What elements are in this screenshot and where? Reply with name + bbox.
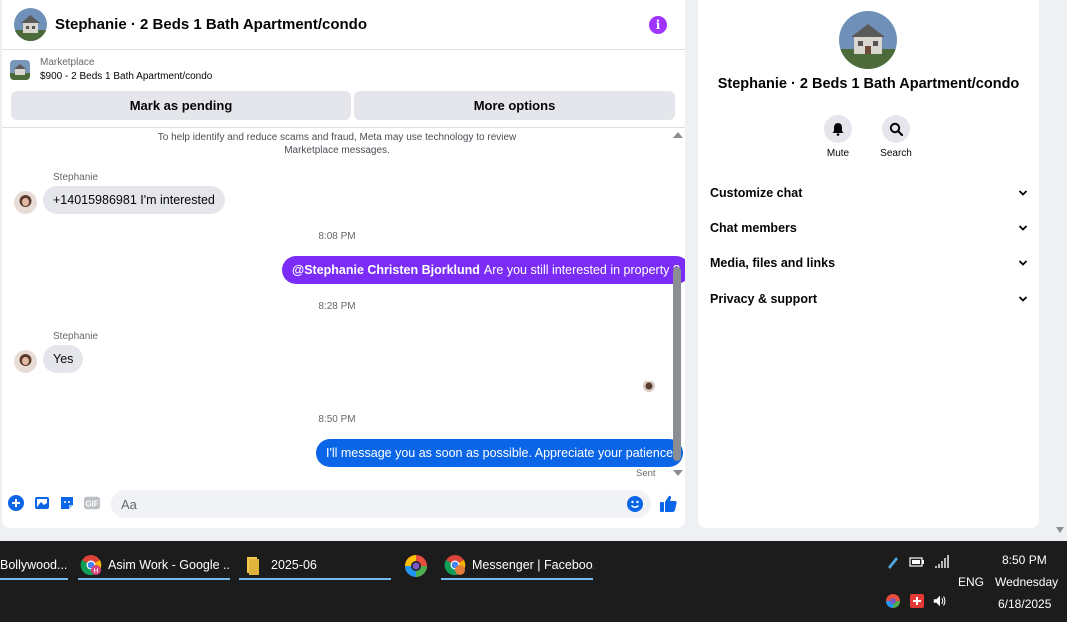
active-indicator	[239, 578, 391, 580]
wifi-icon[interactable]	[934, 554, 950, 570]
listing-thumbnail	[10, 60, 30, 80]
clock-day[interactable]: Wednesday	[995, 575, 1058, 589]
mark-as-pending-button[interactable]: Mark as pending	[11, 91, 351, 120]
sent-status: Sent	[636, 468, 656, 479]
taskbar-label: Bollywood...	[0, 558, 68, 572]
pen-icon[interactable]	[885, 554, 901, 570]
outgoing-message[interactable]: I'll message you as soon as possible. Ap…	[316, 439, 684, 467]
chat-title[interactable]: Stephanie · 2 Beds 1 Bath Apartment/cond…	[55, 16, 649, 33]
incoming-message[interactable]: Yes	[43, 345, 84, 373]
taskbar-item-messenger[interactable]: Messenger | Faceboo...	[444, 549, 594, 581]
active-indicator	[0, 578, 68, 580]
marketplace-listing[interactable]: Marketplace $900 - 2 Beds 1 Bath Apartme…	[10, 56, 212, 84]
chevron-down-icon	[1018, 190, 1028, 196]
clock-date[interactable]: 6/18/2025	[998, 597, 1051, 611]
mute-button[interactable]: Mute	[808, 115, 868, 159]
language-indicator[interactable]: ENG	[958, 575, 984, 589]
search-button[interactable]: Search	[866, 115, 926, 159]
sender-name: Stephanie	[53, 331, 99, 342]
message-text: Are you still interested in property ?	[483, 263, 680, 277]
conversation-details-panel: Stephanie · 2 Beds 1 Bath Apartment/cond…	[698, 0, 1039, 528]
chevron-down-icon	[1018, 225, 1028, 231]
sender-name: Stephanie	[53, 172, 99, 183]
search-label: Search	[880, 148, 912, 159]
menu-label: Customize chat	[710, 186, 803, 200]
outgoing-message[interactable]: @Stephanie Christen Bjorklund Are you st…	[282, 256, 685, 284]
taskbar-item-app[interactable]	[404, 549, 432, 581]
page-scroll-down-arrow[interactable]	[1056, 527, 1064, 533]
listing-price: $900 - 2 Beds 1 Bath Apartment/condo	[40, 71, 213, 82]
time-separator: 8:28 PM	[318, 301, 356, 312]
chrome-icon: H	[80, 554, 102, 576]
folder-icon	[243, 554, 265, 576]
avatar[interactable]	[14, 191, 37, 214]
menu-media-files-links[interactable]: Media, files and links	[710, 253, 1028, 273]
menu-label: Privacy & support	[710, 292, 817, 306]
app-icon	[404, 554, 427, 577]
chevron-down-icon	[1018, 260, 1028, 266]
menu-label: Media, files and links	[710, 256, 836, 270]
conversation-title: Stephanie · 2 Beds 1 Bath Apartment/cond…	[717, 76, 1020, 92]
menu-privacy-support[interactable]: Privacy & support	[710, 289, 1028, 309]
plus-icon[interactable]	[8, 495, 24, 511]
scam-notice: To help identify and reduce scams and fr…	[157, 132, 517, 156]
volume-icon[interactable]	[932, 593, 948, 609]
emoji-icon[interactable]	[627, 496, 643, 512]
incoming-message[interactable]: +14015986981 I'm interested	[43, 186, 225, 214]
message-input[interactable]	[111, 490, 651, 518]
avatar[interactable]	[14, 350, 37, 373]
time-separator: 8:08 PM	[318, 231, 356, 242]
chat-panel: Stephanie · 2 Beds 1 Bath Apartment/cond…	[2, 0, 685, 528]
more-options-button[interactable]: More options	[354, 91, 675, 120]
mention[interactable]: @Stephanie Christen Bjorklund	[292, 263, 480, 277]
scroll-thumb[interactable]	[673, 267, 681, 461]
chrome-icon	[444, 554, 466, 576]
taskbar-label: Asim Work - Google ...	[108, 558, 230, 572]
taskbar-label: 2025-06	[271, 558, 317, 572]
taskbar-label: Messenger | Faceboo...	[472, 558, 594, 572]
antivirus-icon[interactable]	[909, 593, 925, 609]
svg-text:GIF: GIF	[85, 500, 98, 509]
bell-icon[interactable]	[824, 115, 852, 143]
thumbs-up-icon[interactable]	[658, 494, 678, 514]
conversation-avatar[interactable]	[839, 11, 897, 69]
profile-badge: H	[93, 568, 98, 575]
time-separator: 8:50 PM	[318, 414, 356, 425]
active-indicator	[441, 578, 593, 580]
clock-time[interactable]: 8:50 PM	[1002, 553, 1047, 567]
taskbar-item-chrome-asim[interactable]: H Asim Work - Google ...	[80, 549, 230, 581]
menu-customize-chat[interactable]: Customize chat	[710, 183, 1028, 203]
chat-scrollbar[interactable]	[671, 130, 683, 478]
menu-label: Chat members	[710, 221, 797, 235]
listing-actions: Mark as pending More options	[11, 91, 675, 120]
scroll-up-arrow[interactable]	[673, 132, 683, 138]
composer: GIF	[2, 489, 685, 519]
chevron-down-icon	[1018, 296, 1028, 302]
gif-icon[interactable]: GIF	[84, 495, 100, 511]
chat-header: Stephanie · 2 Beds 1 Bath Apartment/cond…	[2, 0, 685, 50]
taskbar-item-bollywood[interactable]: Bollywood...	[0, 549, 68, 581]
listing-avatar[interactable]	[14, 8, 47, 41]
scroll-down-arrow[interactable]	[673, 470, 683, 476]
taskbar-item-folder[interactable]: 2025-06	[243, 549, 391, 581]
menu-chat-members[interactable]: Chat members	[710, 218, 1028, 238]
sticker-icon[interactable]	[59, 495, 75, 511]
app-tray-icon[interactable]	[885, 593, 901, 609]
mute-label: Mute	[826, 148, 850, 159]
taskbar: Bollywood... H Asim Work - Google ... 20…	[0, 541, 1067, 622]
header-divider	[2, 127, 685, 128]
seen-avatar	[643, 380, 655, 392]
info-icon[interactable]: i	[649, 15, 667, 34]
search-icon[interactable]	[882, 115, 910, 143]
battery-icon[interactable]	[909, 554, 925, 570]
listing-kicker: Marketplace	[40, 57, 95, 68]
active-indicator	[78, 578, 230, 580]
photo-icon[interactable]	[34, 495, 50, 511]
